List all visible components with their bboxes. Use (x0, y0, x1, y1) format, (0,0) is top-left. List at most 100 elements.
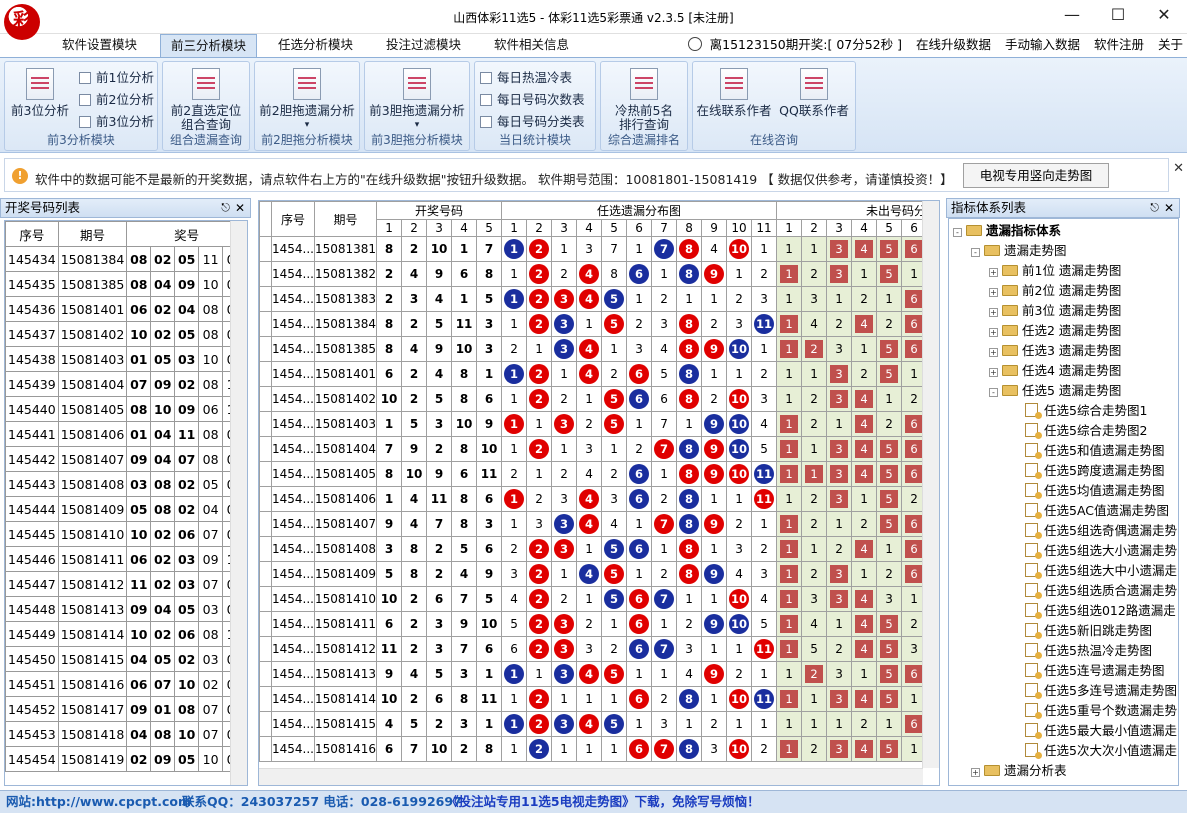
tree-leaf[interactable]: 任选5组选奇偶遗漏走势 (1025, 521, 1177, 541)
front1-button[interactable]: 前1位分析 (79, 67, 154, 86)
trend-row[interactable]: 1454... 15081415 4 5 2 3 1 1 2 3 4 5 1 3 1 2 1 1 1 1 1 2 1 6 (259, 711, 928, 737)
tree-node[interactable]: - 任选5 遗漏走势图 (989, 381, 1121, 401)
trend-row[interactable]: 1454... 15081410 10 2 6 7 5 4 2 2 1 5 6 7 1 1 10 4 1 3 3 4 3 1 (259, 586, 928, 612)
tree-node-miss-table[interactable]: + 遗漏分析表 (971, 761, 1067, 781)
front3-small-button[interactable]: 前3位分析 (79, 111, 154, 130)
panel-close-icon[interactable]: ✕ (1164, 199, 1174, 217)
tree-leaf[interactable]: 任选5组选大中小遗漏走 (1025, 561, 1177, 581)
collapse-icon[interactable]: - (953, 228, 962, 237)
table-row[interactable]: 145451150814160607100208 (5, 671, 247, 697)
tree-leaf[interactable]: 任选5组选012路遗漏走 (1025, 601, 1176, 621)
trend-row[interactable]: 1454... 15081382 2 4 9 6 8 1 2 2 4 8 6 1 8 9 1 2 1 2 3 1 5 1 (259, 261, 928, 287)
manual-input-link[interactable]: 手动输入数据 (1005, 37, 1080, 52)
contact-author-button[interactable]: 在线联系作者 (695, 68, 773, 118)
table-row[interactable]: 145437150814021002050806 (5, 321, 247, 347)
left-scrollbar[interactable] (230, 221, 247, 785)
table-row[interactable]: 145445150814101002060705 (5, 521, 247, 547)
table-row[interactable]: 145439150814040709020810 (5, 371, 247, 397)
trend-row[interactable]: 1454... 15081413 9 4 5 3 1 1 1 3 4 5 1 1 4 9 2 1 1 2 3 1 5 6 (259, 661, 928, 687)
status-promo[interactable]: 《投注站专用11选5电视走势图》下载，免除写号烦恼！ (446, 791, 760, 812)
trend-row[interactable]: 1454... 15081407 9 4 7 8 3 1 3 3 4 4 1 7 8 9 2 1 1 2 1 2 5 6 (259, 511, 928, 537)
collapse-icon[interactable]: - (971, 248, 980, 257)
table-row[interactable]: 145446150814110602030910 (5, 546, 247, 572)
daily-hot-cold-button[interactable]: 每日热温冷表 (480, 67, 572, 86)
tree-node[interactable]: + 前3位 遗漏走势图 (989, 301, 1121, 321)
trend-row[interactable]: 1454... 15081404 7 9 2 8 10 1 2 1 3 1 2 7 8 9 10 5 1 1 3 4 5 6 (259, 436, 928, 462)
tree-leaf[interactable]: 任选5综合走势图2 (1025, 421, 1147, 441)
tab-bet-filter[interactable]: 投注过滤模块 (376, 34, 471, 58)
about-link[interactable]: 关于 (1158, 37, 1183, 52)
trend-row[interactable]: 1454... 15081408 3 8 2 5 6 2 2 3 1 5 6 1 8 1 3 2 1 1 2 4 1 6 (259, 536, 928, 562)
table-row[interactable]: 145443150814080308020506 (5, 471, 247, 497)
pin-icon[interactable]: ⎋ (1150, 199, 1159, 217)
trend-row[interactable]: 1454... 15081411 6 2 3 9 10 5 2 3 2 1 6 1 2 9 10 5 1 4 1 4 5 2 (259, 611, 928, 637)
table-row[interactable]: 145442150814070904070803 (5, 446, 247, 472)
tree-node[interactable]: + 任选2 遗漏走势图 (989, 321, 1121, 341)
expand-icon[interactable]: + (989, 288, 998, 297)
tree-leaf[interactable]: 任选5均值遗漏走势图 (1025, 481, 1164, 501)
expand-icon[interactable]: + (989, 308, 998, 317)
tree-leaf[interactable]: 任选5多连号遗漏走势图 (1025, 681, 1177, 701)
trend-row[interactable]: 1454... 15081405 8 10 9 6 11 2 1 2 4 2 6 1 8 9 10 11 1 1 3 4 5… (259, 461, 928, 487)
minimize-icon[interactable]: — (1049, 0, 1095, 32)
tree-node-miss-trend[interactable]: - 遗漏走势图 (971, 241, 1067, 261)
tree-leaf[interactable]: 任选5跨度遗漏走势图 (1025, 461, 1164, 481)
close-icon[interactable]: ✕ (1141, 0, 1187, 32)
trend-row[interactable]: 1454... 15081403 1 5 3 10 9 1 1 3 2 5 1 7 1 9 10 4 1 2 1 4 2 6 (259, 411, 928, 437)
trend-row[interactable]: 1454... 15081383 2 3 4 1 5 1 2 3 4 5 1 2 1 1 2 3 1 3 1 2 1 6 (259, 286, 928, 312)
tree-leaf[interactable]: 任选5最大最小值遗漏走 (1025, 721, 1177, 741)
table-row[interactable]: 145453150814180408100701 (5, 721, 247, 747)
collapse-icon[interactable]: - (989, 388, 998, 397)
front2-button[interactable]: 前2位分析 (79, 89, 154, 108)
maximize-icon[interactable]: ☐ (1095, 0, 1141, 32)
table-row[interactable]: 145434150813840802051103 (5, 246, 247, 272)
table-row[interactable]: 145444150814090508020409 (5, 496, 247, 522)
expand-icon[interactable]: + (989, 268, 998, 277)
table-row[interactable]: 145452150814170901080705 (5, 696, 247, 722)
tree-leaf[interactable]: 任选5和值遗漏走势图 (1025, 441, 1164, 461)
tree-leaf[interactable]: 任选5组选大小遗漏走势 (1025, 541, 1177, 561)
tree-node[interactable]: + 前2位 遗漏走势图 (989, 281, 1121, 301)
table-row[interactable]: 145436150814010602040801 (5, 296, 247, 322)
tree-leaf[interactable]: 任选5重号个数遗漏走势 (1025, 701, 1177, 721)
info-close-icon[interactable]: ✕ (1173, 161, 1184, 176)
front3-analysis-button[interactable]: 前3位分析 (9, 68, 71, 118)
trend-row[interactable]: 1454... 15081384 8 2 5 11 3 1 2 3 1 5 2 3 8 2 3 11 1 4 2 4 2 6 (259, 311, 928, 337)
tab-software-settings[interactable]: 软件设置模块 (52, 34, 147, 58)
trend-row[interactable]: 1454... 15081416 6 7 10 2 8 1 2 1 1 1 6 7 8 3 10 2 1 2 3 4 5 1 (259, 736, 928, 762)
trend-row[interactable]: 1454... 15081401 6 2 4 8 1 1 2 1 4 2 6 5 8 1 1 2 1 1 3 2 5 1 (259, 361, 928, 387)
register-link[interactable]: 软件注册 (1094, 37, 1144, 52)
trend-row[interactable]: 1454... 15081402 10 2 5 8 6 1 2 2 1 5 6 6 8 2 10 3 1 2 3 4 1 2 (259, 386, 928, 412)
trend-row[interactable]: 1454... 15081406 1 4 11 8 6 1 2 3 4 3 6 2 8 1 1 11 1 2 3 1 5 2 (259, 486, 928, 512)
trend-row[interactable]: 1454... 15081385 8 4 9 10 3 2 1 3 4 1 3 4 8 9 10 1 1 2 3 1 5 6 (259, 336, 928, 362)
combo-query-button[interactable]: 前2直选定位 组合查询 (165, 68, 247, 132)
tree-leaf[interactable]: 任选5连号遗漏走势图 (1025, 661, 1164, 681)
online-upgrade-link[interactable]: 在线升级数据 (916, 37, 991, 52)
table-row[interactable]: 145440150814050810090611 (5, 396, 247, 422)
daily-class-button[interactable]: 每日号码分类表 (480, 111, 585, 130)
tree-leaf[interactable]: 任选5新旧跳走势图 (1025, 621, 1152, 641)
qq-contact-button[interactable]: QQ联系作者 (775, 68, 853, 118)
tab-software-info[interactable]: 软件相关信息 (484, 34, 579, 58)
trend-row[interactable]: 1454... 15081414 10 2 6 8 11 1 2 1 1 1 6 2 8 1 10 11 1 1 3 4 5… (259, 686, 928, 712)
tree-leaf[interactable]: 任选5AC值遗漏走势图 (1025, 501, 1169, 521)
tree-root[interactable]: - 遗漏指标体系 (953, 221, 1061, 241)
trend-row[interactable]: 1454... 15081412 11 2 3 7 6 6 2 3 3 2 6 7 3 1 1 11 1 5 2 4 5 3 (259, 636, 928, 662)
ranking-query-button[interactable]: 冷热前5名 排行查询 (603, 68, 685, 132)
table-row[interactable]: 145448150814130904050301 (5, 596, 247, 622)
table-row[interactable]: 145450150814150405020301 (5, 646, 247, 672)
trend-row[interactable]: 1454... 15081409 5 8 2 4 9 3 2 1 4 5 1 2 8 9 4 3 1 2 3 1 2 6 (259, 561, 928, 587)
tab-optional-analysis[interactable]: 任选分析模块 (268, 34, 363, 58)
status-site[interactable]: 网站:http://www.cpcpt.com (6, 791, 191, 812)
tree-leaf[interactable]: 任选5次大次小值遗漏走 (1025, 741, 1177, 761)
pin-icon[interactable]: ⎋ (221, 199, 230, 217)
center-vscrollbar[interactable] (922, 201, 939, 768)
expand-icon[interactable]: + (989, 368, 998, 377)
expand-icon[interactable]: + (989, 348, 998, 357)
front2-dantuo-button[interactable]: 前2胆拖遗漏分析 ▾ (257, 68, 357, 132)
tree-leaf[interactable]: 任选5组选质合遗漏走势 (1025, 581, 1177, 601)
tree-node[interactable]: + 前1位 遗漏走势图 (989, 261, 1121, 281)
front3-dantuo-button[interactable]: 前3胆拖遗漏分析 ▾ (367, 68, 467, 132)
daily-count-button[interactable]: 每日号码次数表 (480, 89, 585, 108)
table-row[interactable]: 145435150813850804091003 (5, 271, 247, 297)
